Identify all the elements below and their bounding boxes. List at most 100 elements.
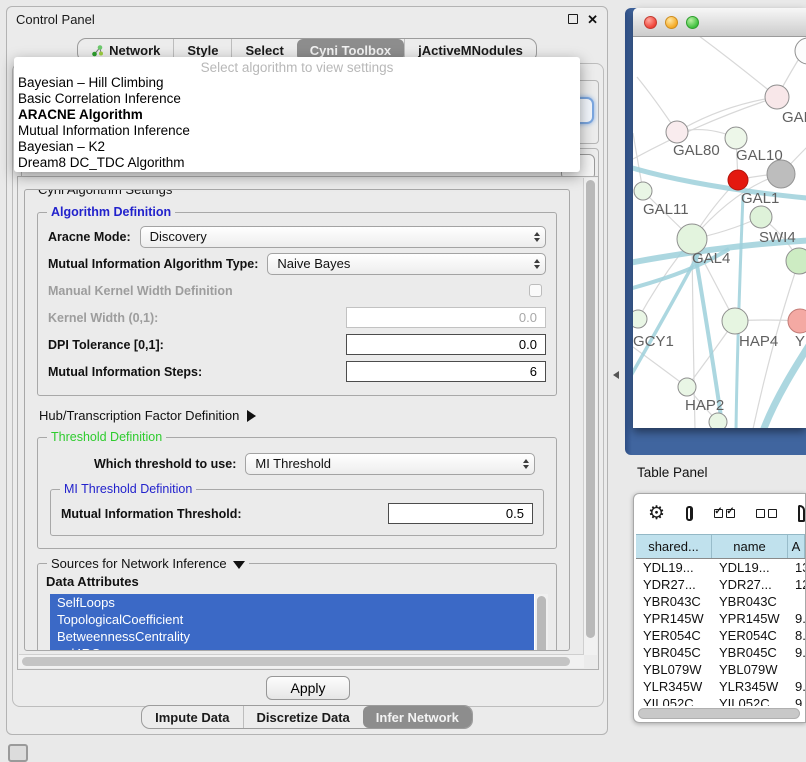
which-threshold-label: Which threshold to use: bbox=[94, 457, 236, 471]
manual-kernel-row: Manual Kernel Width Definition bbox=[48, 277, 546, 304]
algorithm-option[interactable]: ARACNE Algorithm bbox=[14, 107, 580, 123]
table-header-row: shared...nameA bbox=[636, 534, 805, 559]
network-node-gal1[interactable] bbox=[728, 170, 748, 190]
table-window: ⚙ shared...nameA YDL19...YDL19...13YDR27… bbox=[633, 493, 806, 723]
table-row[interactable]: YBR043CYBR043C bbox=[636, 593, 805, 610]
table-row[interactable]: YBL079WYBL079W bbox=[636, 661, 805, 678]
tab-infer-network[interactable]: Infer Network bbox=[363, 706, 472, 728]
network-node[interactable] bbox=[709, 413, 727, 428]
algorithm-option[interactable]: Basic Correlation Inference bbox=[14, 91, 580, 107]
table-horizontal-scrollbar[interactable] bbox=[638, 708, 800, 719]
which-threshold-select[interactable]: MI Threshold bbox=[245, 453, 535, 475]
node-label: HAP2 bbox=[685, 397, 724, 414]
attribute-list-item[interactable]: TopologicalCoefficient bbox=[50, 611, 534, 628]
dpi-tolerance-input[interactable] bbox=[346, 334, 546, 355]
node-label: GAL11 bbox=[643, 201, 689, 218]
zoom-traffic-light-icon[interactable] bbox=[686, 16, 699, 29]
table-toolbar: ⚙ bbox=[634, 494, 805, 532]
table-row[interactable]: YLR345WYLR345W9. bbox=[636, 678, 805, 695]
aracne-mode-select[interactable]: Discovery bbox=[140, 226, 546, 248]
mi-threshold-input[interactable] bbox=[388, 503, 533, 524]
network-window[interactable]: GALGAL80GAL10GAL1GAL11SWI4GAL4GCY1HAP4YH… bbox=[633, 8, 806, 428]
network-node-swi4[interactable] bbox=[750, 206, 772, 228]
hub-transcription-section[interactable]: Hub/Transcription Factor Definition bbox=[39, 408, 555, 423]
settings-vertical-scrollbar[interactable] bbox=[583, 178, 597, 655]
network-node-gal11[interactable] bbox=[634, 182, 652, 200]
dpi-tolerance-row: DPI Tolerance [0,1]: bbox=[48, 331, 546, 358]
table-row[interactable]: YPR145WYPR145W9. bbox=[636, 610, 805, 627]
close-icon[interactable]: ✕ bbox=[587, 13, 598, 26]
close-traffic-light-icon[interactable] bbox=[644, 16, 657, 29]
network-node-gcy1[interactable] bbox=[633, 310, 647, 328]
node-label: HAP4 bbox=[739, 333, 778, 350]
network-node-hap2[interactable] bbox=[678, 378, 696, 396]
attribute-list-item[interactable]: BetweennessCentrality bbox=[50, 628, 534, 645]
algorithm-definition-group: Algorithm Definition Aracne Mode: Discov… bbox=[37, 212, 557, 396]
attribute-list-item[interactable]: gal4RGexp bbox=[50, 645, 534, 651]
table-row[interactable]: YIL052CYIL052C9 bbox=[636, 695, 805, 706]
tab-discretize-data[interactable]: Discretize Data bbox=[243, 706, 363, 728]
mi-steps-label: Mutual Information Steps: bbox=[48, 365, 202, 379]
table-row[interactable]: YBR045CYBR045C9. bbox=[636, 644, 805, 661]
network-node[interactable] bbox=[795, 38, 806, 64]
chevron-up-down-icon bbox=[523, 454, 529, 474]
column-header[interactable]: name bbox=[712, 535, 788, 558]
collapse-down-icon bbox=[233, 561, 245, 569]
algorithm-option[interactable]: Bayesian – K2 bbox=[14, 139, 580, 155]
table-row[interactable]: YER054CYER054C8. bbox=[636, 627, 805, 644]
panel-grip-icon[interactable] bbox=[8, 744, 28, 762]
apply-button[interactable]: Apply bbox=[266, 676, 349, 700]
mi-threshold-row: Mutual Information Threshold: bbox=[61, 500, 533, 527]
kernel-width-label: Kernel Width (0,1): bbox=[48, 311, 158, 325]
tab-impute-data[interactable]: Impute Data bbox=[142, 706, 242, 728]
select-all-icon[interactable] bbox=[714, 509, 735, 518]
column-header[interactable]: shared... bbox=[636, 535, 712, 558]
column-header[interactable]: A bbox=[788, 535, 805, 558]
network-graph-icon bbox=[91, 44, 104, 57]
float-panel-icon[interactable] bbox=[568, 14, 578, 24]
minimize-traffic-light-icon[interactable] bbox=[665, 16, 678, 29]
document-icon[interactable] bbox=[798, 505, 805, 522]
kernel-width-row: Kernel Width (0,1): bbox=[48, 304, 546, 331]
mi-algorithm-type-select[interactable]: Naive Bayes bbox=[267, 253, 546, 275]
settings-horizontal-scrollbar[interactable] bbox=[19, 654, 584, 668]
network-node[interactable] bbox=[767, 160, 795, 188]
splitter-collapse-arrow[interactable] bbox=[613, 371, 619, 379]
aracne-mode-value: Discovery bbox=[150, 229, 207, 244]
sources-group-title[interactable]: Sources for Network Inference bbox=[47, 556, 249, 571]
node-label: GAL1 bbox=[741, 190, 779, 207]
network-node-gal10[interactable] bbox=[725, 127, 747, 149]
attributes-scrollbar[interactable] bbox=[535, 594, 548, 651]
network-canvas[interactable]: GALGAL80GAL10GAL1GAL11SWI4GAL4GCY1HAP4YH… bbox=[633, 37, 806, 428]
aracne-mode-label: Aracne Mode: bbox=[48, 230, 131, 244]
algorithm-option[interactable]: Mutual Information Inference bbox=[14, 123, 580, 139]
deselect-all-icon[interactable] bbox=[756, 509, 777, 518]
algorithm-option[interactable]: Dream8 DC_TDC Algorithm bbox=[14, 155, 580, 171]
network-node-gal80[interactable] bbox=[666, 121, 688, 143]
network-node-gal[interactable] bbox=[765, 85, 789, 109]
algorithm-option[interactable]: Bayesian – Hill Climbing bbox=[14, 75, 580, 91]
network-edge[interactable] bbox=[695, 37, 777, 97]
mi-algorithm-type-label: Mutual Information Algorithm Type: bbox=[48, 257, 258, 271]
table-row[interactable]: YDL19...YDL19...13 bbox=[636, 559, 805, 576]
table-row[interactable]: YDR27...YDR27...12 bbox=[636, 576, 805, 593]
manual-kernel-checkbox[interactable] bbox=[529, 284, 542, 297]
kernel-width-input[interactable] bbox=[346, 307, 546, 328]
expand-right-icon bbox=[247, 410, 256, 422]
manual-kernel-label: Manual Kernel Width Definition bbox=[48, 284, 233, 298]
node-label: GCY1 bbox=[633, 333, 674, 350]
split-columns-icon[interactable] bbox=[686, 506, 693, 521]
settings-scroll-area: Cyni Algorithm Settings Algorithm Defini… bbox=[17, 176, 599, 670]
attribute-list-item[interactable]: SelfLoops bbox=[50, 594, 534, 611]
mi-steps-input[interactable] bbox=[346, 361, 546, 382]
network-edge[interactable] bbox=[633, 347, 687, 387]
network-node-hap4[interactable] bbox=[722, 308, 748, 334]
settings-gear-icon[interactable]: ⚙ bbox=[648, 504, 665, 523]
threshold-definition-title: Threshold Definition bbox=[47, 430, 166, 444]
network-node[interactable] bbox=[786, 248, 806, 274]
mi-threshold-definition-group: MI Threshold Definition Mutual Informati… bbox=[50, 489, 544, 536]
mi-algorithm-type-value: Naive Bayes bbox=[277, 256, 350, 271]
bottom-tab-group: Impute DataDiscretize DataInfer Network bbox=[141, 705, 473, 729]
network-node-y[interactable] bbox=[788, 309, 806, 333]
data-attributes-list: SelfLoopsTopologicalCoefficientBetweenne… bbox=[50, 594, 548, 651]
